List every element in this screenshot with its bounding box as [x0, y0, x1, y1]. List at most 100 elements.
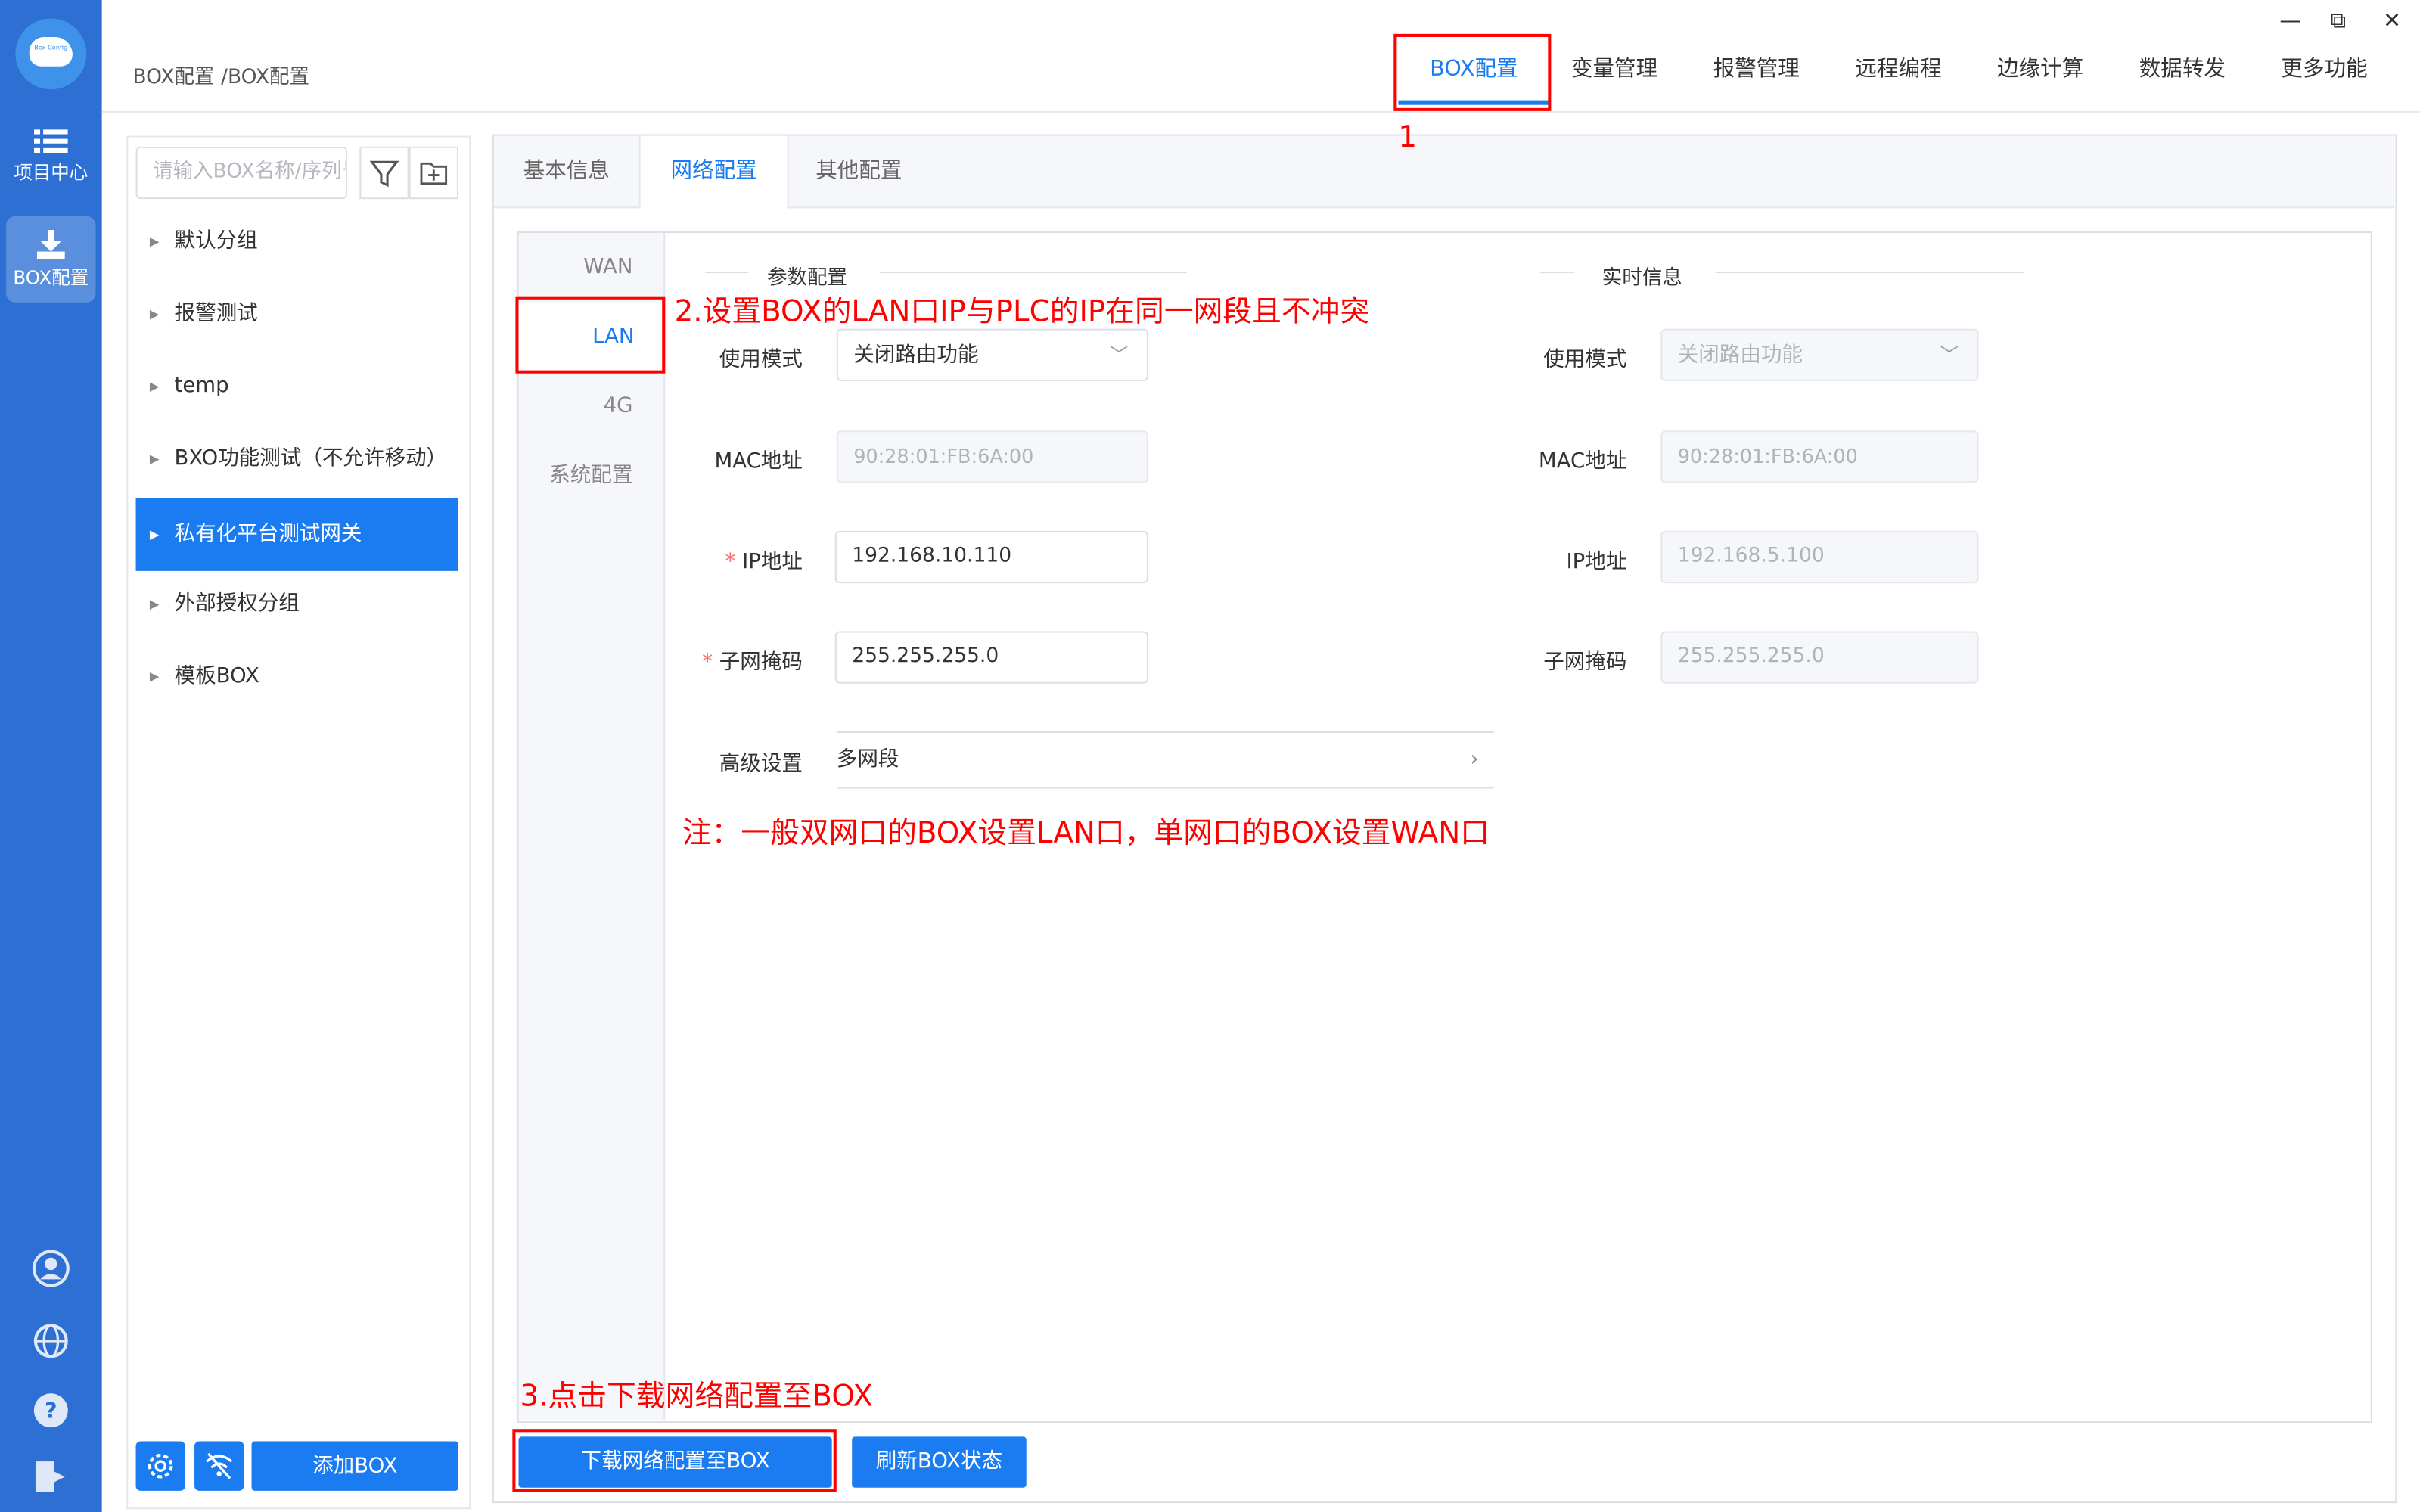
caret-right-icon: ▶	[149, 452, 160, 467]
tree-item-label: 报警测试	[174, 300, 258, 326]
tree-item-label: 模板BOX	[174, 663, 259, 688]
logout-icon[interactable]	[31, 1457, 71, 1497]
filter-icon	[369, 160, 399, 188]
required-mark: *	[725, 549, 736, 574]
tree-item-private-platform-gateway[interactable]: ▶ 私有化平台测试网关	[135, 498, 458, 571]
rt-mask-label: 子网掩码	[1543, 649, 1627, 675]
wifi-off-button[interactable]	[194, 1441, 244, 1491]
nav-item-label: 项目中心	[14, 162, 89, 184]
annotation-step-3: 3.点击下载网络配置至BOX	[520, 1379, 873, 1414]
section-divider	[879, 272, 1187, 274]
tree-item-external-auth-group[interactable]: ▶ 外部授权分组	[136, 568, 458, 641]
box-search-input[interactable]: 请输入BOX名称/序列号	[135, 146, 348, 200]
mode-value: 关闭路由功能	[853, 342, 979, 368]
realtime-section-title: 实时信息	[1601, 266, 1682, 290]
annotation-highlight-lan-tab	[515, 296, 666, 374]
top-tab-edge-computing[interactable]: 边缘计算	[1975, 40, 2105, 105]
rt-mode-value: 关闭路由功能	[1677, 342, 1803, 368]
advanced-label: 高级设置	[719, 751, 803, 777]
chevron-right-icon: ›	[1470, 747, 1479, 772]
mode-label: 使用模式	[719, 347, 803, 372]
vtab-4g[interactable]: 4G	[519, 372, 664, 440]
globe-icon[interactable]	[31, 1321, 71, 1361]
annotation-step-2: 2.设置BOX的LAN口IP与PLC的IP在同一网段且不冲突	[674, 294, 1370, 329]
tree-item-label: 默认分组	[174, 228, 258, 253]
caret-right-icon: ▶	[149, 527, 160, 542]
multi-segment-row[interactable]: 多网段 ›	[837, 733, 1494, 787]
close-icon[interactable]: ✕	[2383, 9, 2401, 34]
refresh-box-status-button[interactable]: 刷新BOX状态	[852, 1436, 1027, 1488]
cloud-icon: Box Config	[29, 36, 73, 67]
ip-label: * IP地址	[679, 543, 803, 574]
mode-select[interactable]: 关闭路由功能 ﹀	[836, 328, 1148, 381]
caret-right-icon: ▶	[149, 669, 160, 684]
nav-item-box-config[interactable]: BOX配置	[6, 216, 96, 303]
annotation-highlight-box-config-tab	[1393, 33, 1552, 111]
advanced-divider	[836, 787, 1494, 789]
annotation-step-1: 1	[1398, 120, 1418, 155]
top-tab-more-features[interactable]: 更多功能	[2260, 40, 2389, 105]
add-group-button[interactable]	[409, 146, 458, 200]
restore-icon[interactable]: ⧉	[2331, 9, 2346, 34]
ip-label-text: IP地址	[742, 549, 803, 574]
annotation-highlight-download-button	[512, 1429, 837, 1492]
caret-right-icon: ▶	[149, 597, 160, 611]
multi-segment-label: 多网段	[836, 747, 899, 772]
nav-item-project-center[interactable]: 项目中心	[6, 114, 95, 200]
nav-item-label: BOX配置	[13, 266, 89, 289]
top-tab-remote-programming[interactable]: 远程编程	[1834, 40, 1963, 105]
rt-mac-label: MAC地址	[1538, 449, 1627, 474]
svg-text:?: ?	[45, 1398, 57, 1424]
tree-item-label: temp	[174, 373, 229, 399]
list-icon	[33, 129, 68, 153]
tree-item-temp[interactable]: ▶ temp	[136, 350, 458, 423]
vtab-wan[interactable]: WAN	[519, 233, 664, 301]
settings-button[interactable]	[135, 1441, 185, 1491]
minimize-icon[interactable]: —	[2279, 9, 2301, 34]
caret-right-icon: ▶	[149, 306, 160, 321]
rt-mask-field: 255.255.255.0	[1660, 631, 1979, 684]
tab-network-config[interactable]: 网络配置	[638, 135, 789, 209]
top-tab-variable-management[interactable]: 变量管理	[1549, 40, 1679, 105]
rt-mac-field: 90:28:01:FB:6A:00	[1660, 430, 1979, 483]
top-tab-alarm-management[interactable]: 报警管理	[1692, 40, 1821, 105]
help-icon[interactable]: ?	[31, 1390, 71, 1430]
annotation-note: 注：一般双网口的BOX设置LAN口，单网口的BOX设置WAN口	[682, 816, 1490, 851]
add-box-button[interactable]: 添加BOX	[251, 1441, 458, 1491]
vtab-system-config[interactable]: 系统配置	[519, 441, 664, 509]
rt-mode-select: 关闭路由功能 ﹀	[1660, 328, 1979, 381]
gear-icon	[148, 1453, 173, 1479]
mask-input[interactable]: 255.255.255.0	[834, 631, 1148, 684]
caret-right-icon: ▶	[149, 379, 160, 394]
tree-item-label: 外部授权分组	[174, 591, 300, 616]
mask-label: * 子网掩码	[663, 644, 803, 675]
user-icon[interactable]	[31, 1249, 71, 1289]
tree-item-template-box[interactable]: ▶ 模板BOX	[136, 641, 458, 713]
wifi-off-icon	[206, 1452, 233, 1479]
required-mark: *	[702, 649, 713, 675]
chevron-down-icon: ﹀	[1109, 343, 1129, 366]
folder-add-icon	[420, 162, 448, 185]
ip-input[interactable]: 192.168.10.110	[834, 530, 1148, 584]
rt-ip-field: 192.168.5.100	[1660, 530, 1979, 584]
tab-basic-info[interactable]: 基本信息	[494, 136, 639, 209]
rt-mode-label: 使用模式	[1543, 347, 1627, 372]
tab-other-config[interactable]: 其他配置	[785, 136, 932, 209]
app-logo: Box Config	[15, 18, 87, 90]
section-divider	[1716, 272, 2024, 274]
filter-button[interactable]	[359, 146, 409, 200]
tree-item-bxo-function-test[interactable]: ▶ BXO功能测试（不允许移动）	[136, 423, 458, 495]
top-tab-data-forwarding[interactable]: 数据转发	[2117, 40, 2247, 105]
section-divider	[1540, 272, 1575, 274]
mask-label-text: 子网掩码	[719, 649, 803, 675]
download-icon	[36, 229, 65, 259]
section-divider	[705, 272, 749, 274]
logo-text: Box Config	[34, 43, 68, 51]
mac-label: MAC地址	[714, 449, 803, 474]
topbar-divider	[101, 110, 2420, 113]
breadcrumb: BOX配置 /BOX配置	[132, 66, 310, 90]
chevron-down-icon: ﹀	[1940, 343, 1959, 366]
tree-item-default-group[interactable]: ▶ 默认分组	[136, 205, 458, 278]
tree-item-alarm-test[interactable]: ▶ 报警测试	[136, 278, 458, 350]
mac-field: 90:28:01:FB:6A:00	[836, 430, 1148, 483]
